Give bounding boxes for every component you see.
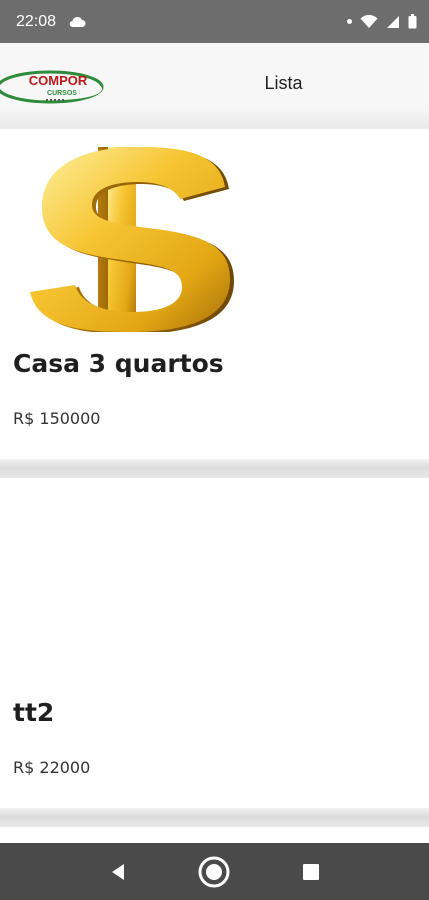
- page-title: Lista: [264, 73, 303, 93]
- item-title: tt2: [13, 698, 55, 727]
- item-list: Casa 3 quartos R$ 150000 tt2 R$ 22000: [0, 129, 429, 827]
- app-bar: COMPOR CURSOS Lista: [0, 43, 429, 129]
- back-icon: [112, 863, 125, 880]
- cloud-icon: [69, 16, 86, 27]
- card-divider: [0, 459, 429, 478]
- recents-button[interactable]: [291, 852, 331, 892]
- list-item[interactable]: Casa 3 quartos R$ 150000: [0, 129, 429, 459]
- status-time: 22:08: [16, 12, 57, 30]
- wifi-icon: [360, 14, 378, 28]
- status-bar: 22:08: [0, 0, 429, 43]
- item-price: R$ 22000: [13, 758, 91, 777]
- home-icon: [198, 856, 230, 887]
- notification-dot-icon: [347, 19, 352, 24]
- home-button[interactable]: [194, 852, 234, 892]
- gold-dollar-sign-image: [30, 147, 234, 332]
- item-price: R$ 150000: [13, 409, 101, 428]
- recents-icon: [302, 863, 319, 880]
- system-nav-bar: [0, 843, 429, 900]
- card-divider: [0, 808, 429, 827]
- back-button[interactable]: [98, 852, 138, 892]
- battery-icon: [408, 14, 417, 29]
- signal-icon: [387, 15, 399, 28]
- item-title: Casa 3 quartos: [13, 349, 224, 378]
- list-item[interactable]: tt2 R$ 22000: [0, 478, 429, 808]
